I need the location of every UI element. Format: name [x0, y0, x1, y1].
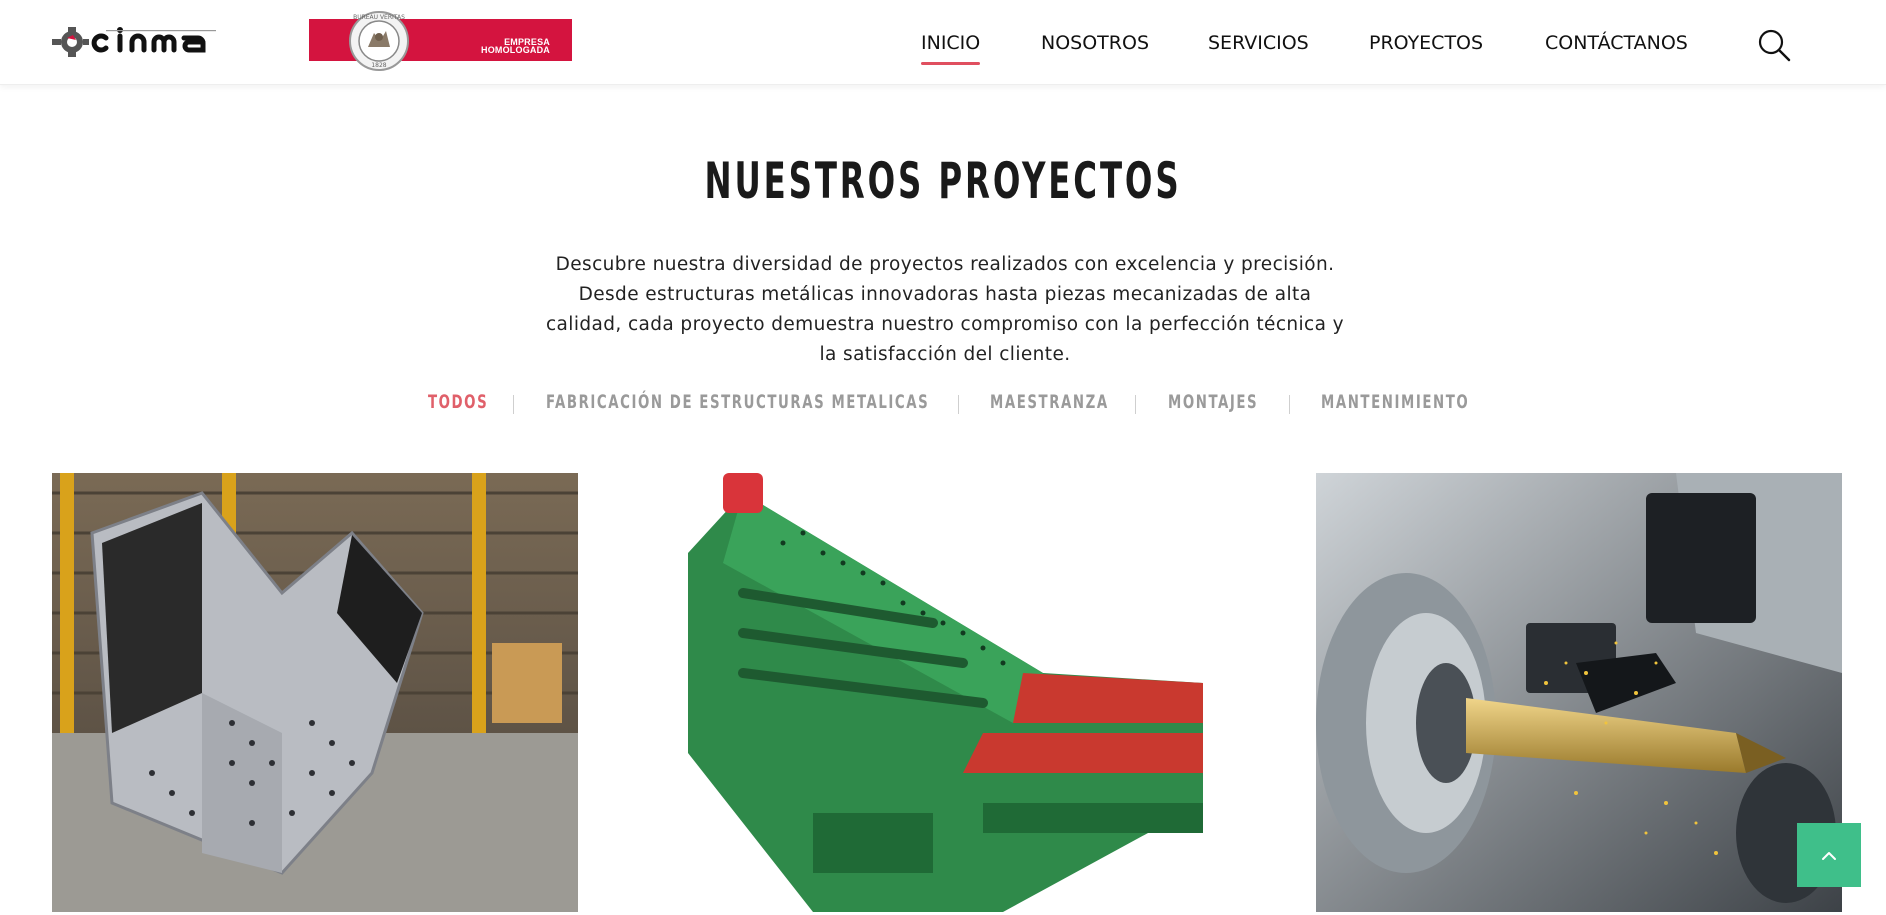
green-vibrating-screen-image	[683, 473, 1209, 912]
filter-maestranza[interactable]: MAESTRANZA	[990, 391, 1109, 413]
filter-montajes[interactable]: MONTAJES	[1168, 391, 1258, 413]
section-description: Descubre nuestra diversidad de proyectos…	[535, 250, 1355, 370]
nav-item-servicios[interactable]: SERVICIOS	[1208, 32, 1309, 54]
nav-item-proyectos[interactable]: PROYECTOS	[1369, 32, 1483, 54]
project-card-vibrating-screen[interactable]	[683, 473, 1209, 912]
chevron-up-icon	[1822, 852, 1836, 860]
site-header: BUREAU VERITAS 1828 EMPRESA HOMOLOGADA I…	[0, 0, 1886, 85]
nav-item-nosotros[interactable]: NOSOTROS	[1041, 32, 1149, 54]
project-card-cnc-machining[interactable]	[1316, 473, 1842, 912]
nav-item-contactanos[interactable]: CONTÁCTANOS	[1545, 32, 1688, 54]
homologated-company-badge: BUREAU VERITAS 1828 EMPRESA HOMOLOGADA	[309, 11, 572, 71]
filter-mantenimiento[interactable]: MANTENIMIENTO	[1321, 391, 1469, 413]
badge-line-2: HOMOLOGADA	[481, 45, 550, 55]
nav-item-inicio[interactable]: INICIO	[921, 32, 981, 65]
project-card-steel-structure[interactable]	[52, 473, 578, 912]
project-filters: TODOS FABRICACIÓN DE ESTRUCTURAS METALIC…	[0, 391, 1886, 417]
cinma-logo[interactable]	[50, 24, 272, 60]
steel-crusher-housing-image	[52, 473, 578, 912]
description-line: Desde estructuras metálicas innovadoras …	[578, 284, 1312, 305]
description-line: la satisfacción del cliente.	[819, 344, 1071, 365]
filter-divider	[958, 395, 959, 414]
filter-fabricacion[interactable]: FABRICACIÓN DE ESTRUCTURAS METALICAS	[546, 391, 929, 413]
filter-todos[interactable]: TODOS	[428, 391, 488, 413]
back-to-top-button[interactable]	[1797, 823, 1861, 887]
seal-text: BUREAU VERITAS	[353, 14, 405, 21]
section-title: NUESTROS PROYECTOS	[704, 152, 1182, 210]
seal-year: 1828	[371, 62, 386, 69]
description-line: Descubre nuestra diversidad de proyectos…	[555, 254, 1335, 275]
cnc-lathe-machining-image	[1316, 473, 1842, 912]
bureau-veritas-seal: BUREAU VERITAS 1828	[349, 11, 409, 71]
filter-divider	[513, 395, 514, 414]
description-line: calidad, cada proyecto demuestra nuestro…	[545, 314, 1344, 335]
filter-divider	[1135, 395, 1136, 414]
search-button[interactable]	[1757, 28, 1791, 62]
search-icon	[1758, 29, 1791, 62]
filter-divider	[1289, 395, 1290, 414]
